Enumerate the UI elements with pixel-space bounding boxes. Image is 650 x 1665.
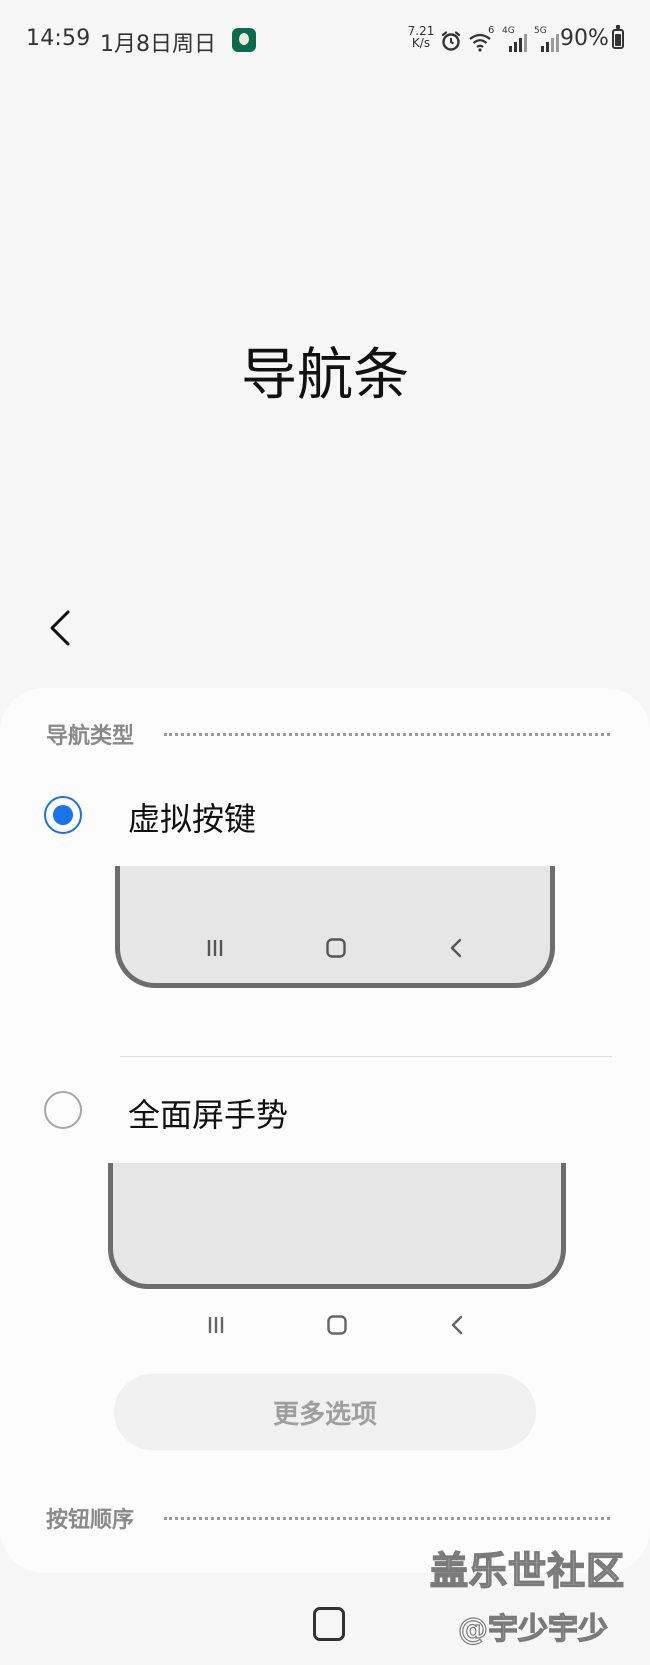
signal-icon <box>509 34 527 52</box>
battery-icon <box>612 25 624 49</box>
recents-icon <box>208 1317 224 1333</box>
full-screen-gestures-preview[interactable] <box>108 1163 566 1289</box>
alarm-icon <box>441 31 461 51</box>
watermark-author: @宇少宇少 <box>457 1611 608 1647</box>
app-notification-icon <box>232 28 256 52</box>
status-date: 1月8日周日 <box>100 32 216 57</box>
virtual-buttons-preview[interactable] <box>115 866 555 988</box>
section-divider-dots <box>164 1516 610 1520</box>
status-bar: 14:59 1月8日周日 7.21 K/s 6 4G 5G 90% <box>0 0 650 84</box>
nav-back-icon <box>450 938 462 958</box>
recents-icon <box>207 940 223 956</box>
section-divider-dots <box>164 732 610 736</box>
system-home-button[interactable] <box>313 1607 345 1641</box>
battery-percentage: 90% <box>560 26 609 51</box>
wifi-badge: 6 <box>488 25 495 36</box>
section-header-nav-type: 导航类型 <box>46 718 610 750</box>
chevron-left-icon <box>50 610 70 646</box>
gesture-hint-nav-row <box>108 1310 566 1340</box>
network-speed-unit: K/s <box>411 36 431 50</box>
section-header-button-order: 按钮顺序 <box>46 1502 610 1534</box>
signal-indicator-2: 5G <box>534 26 560 53</box>
status-icons: 6 4G 5G <box>440 25 560 56</box>
network-speed: 7.21 K/s <box>404 25 438 49</box>
radio-virtual-buttons[interactable] <box>44 796 82 834</box>
watermark-title: 盖乐世社区 <box>429 1548 626 1594</box>
home-icon <box>327 1315 347 1335</box>
wifi-indicator: 6 <box>468 25 496 53</box>
option-divider <box>120 1056 612 1057</box>
page-title: 导航条 <box>241 343 409 408</box>
section-header-label: 按钮顺序 <box>46 1508 135 1533</box>
signal-indicator-1: 4G <box>502 26 528 53</box>
option-label-full-screen-gestures[interactable]: 全面屏手势 <box>128 1090 288 1136</box>
status-time: 14:59 <box>26 26 91 51</box>
option-label-virtual-buttons[interactable]: 虚拟按键 <box>128 794 256 840</box>
nav-back-icon <box>451 1315 463 1335</box>
radio-full-screen-gestures[interactable] <box>44 1091 82 1129</box>
home-icon <box>326 938 346 958</box>
signal-icon <box>541 34 559 52</box>
back-button[interactable] <box>44 606 80 650</box>
preview-nav-row <box>115 933 555 963</box>
more-options-button[interactable]: 更多选项 <box>114 1374 536 1450</box>
section-header-label: 导航类型 <box>46 724 135 749</box>
